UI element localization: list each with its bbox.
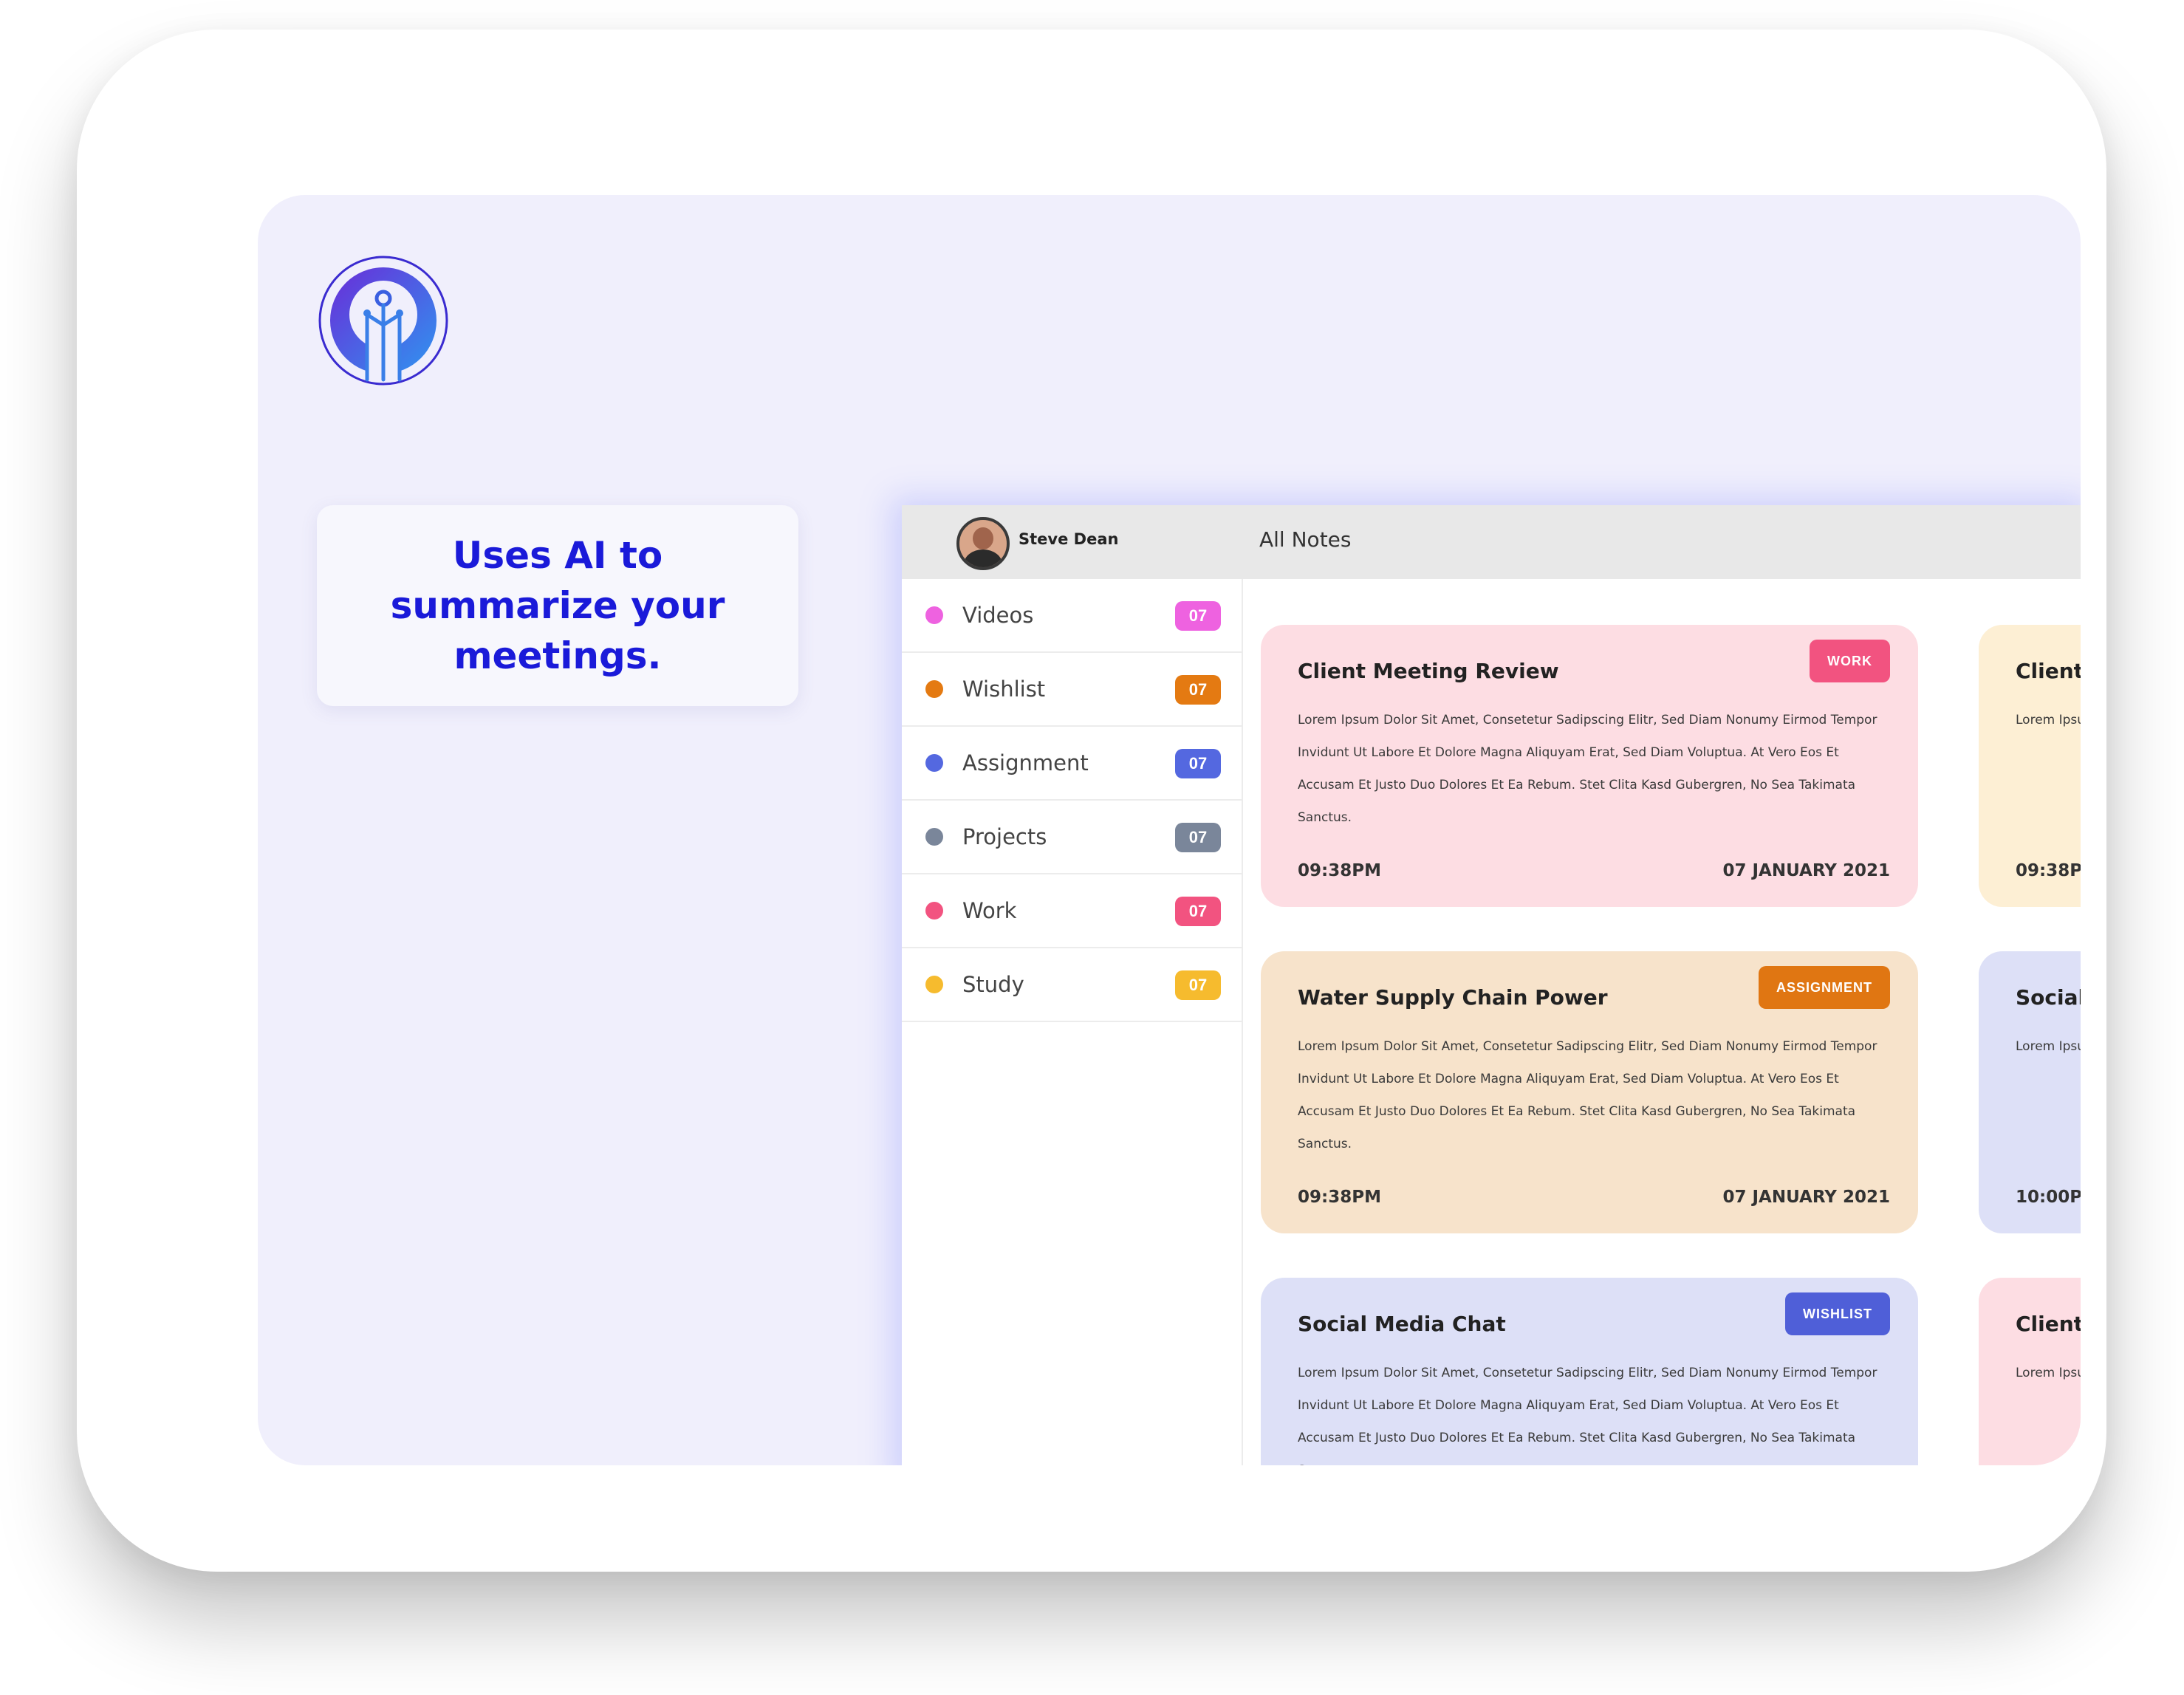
- brand-logo-icon: [318, 256, 448, 386]
- category-sidebar: Videos 07 Wishlist 07 Assignment 07 Projects 07…: [902, 579, 1243, 1465]
- note-date: 07 JANUARY 2021: [1722, 1188, 1890, 1207]
- showcase-canvas: Uses AI to summarize your meetings. Stev…: [258, 195, 2081, 1465]
- sidebar-item-study[interactable]: Study 07: [902, 948, 1242, 1022]
- avatar[interactable]: [956, 517, 1010, 570]
- sidebar-item-videos[interactable]: Videos 07: [902, 579, 1242, 653]
- page-title: All Notes: [1259, 527, 1352, 552]
- note-card[interactable]: Client Meeting Review WORK Lorem Ipsum Dol…: [1261, 625, 1918, 907]
- count-badge: 07: [1175, 601, 1221, 631]
- category-dot-icon: [925, 976, 943, 993]
- sidebar-item-label: Assignment: [962, 750, 1089, 775]
- sidebar-item-assignment[interactable]: Assignment 07: [902, 727, 1242, 801]
- note-time: 09:38PM: [2016, 861, 2081, 880]
- note-time: 10:00PM: [2016, 1188, 2081, 1207]
- sidebar-item-wishlist[interactable]: Wishlist 07: [902, 653, 1242, 727]
- note-body: Lorem Ipsum Dolor Sit Amet, Invidunt Ut …: [2016, 1366, 2081, 1380]
- category-dot-icon: [925, 680, 943, 698]
- note-body: Lorem Ipsum Dolor Sit Amet, Invidunt Ut …: [2016, 1039, 2081, 1054]
- count-badge: 07: [1175, 675, 1221, 705]
- note-body: Lorem Ipsum Dolor Sit Amet, Consetetur S…: [1298, 1366, 1877, 1465]
- sidebar-item-projects[interactable]: Projects 07: [902, 801, 1242, 874]
- sidebar-item-label: Wishlist: [962, 677, 1046, 702]
- category-dot-icon: [925, 754, 943, 772]
- note-body: Lorem Ipsum Dolor Sit Amet, Invidunt Ut …: [2016, 713, 2081, 727]
- sidebar-item-label: Projects: [962, 824, 1047, 849]
- category-dot-icon: [925, 606, 943, 624]
- notes-grid: Client Meeting Review WORK Lorem Ipsum Dol…: [1243, 579, 2081, 1465]
- count-badge: 07: [1175, 823, 1221, 852]
- category-dot-icon: [925, 902, 943, 920]
- app-header: Steve Dean All Notes: [902, 505, 2081, 579]
- note-title: Client: [2016, 659, 2081, 683]
- sidebar-item-work[interactable]: Work 07: [902, 874, 1242, 948]
- note-tag-badge[interactable]: ASSIGNMENT: [1758, 966, 1890, 1009]
- callout-text: Uses AI to summarize your meetings.: [390, 534, 725, 677]
- note-time: 09:38PM: [1298, 861, 1381, 880]
- category-dot-icon: [925, 828, 943, 846]
- sidebar-item-label: Work: [962, 898, 1017, 923]
- note-title: Social: [2016, 985, 2081, 1010]
- count-badge: 07: [1175, 897, 1221, 926]
- sidebar-item-label: Study: [962, 972, 1024, 997]
- device-frame: Uses AI to summarize your meetings. Stev…: [77, 30, 2106, 1572]
- note-tag-badge[interactable]: WORK: [1810, 640, 1890, 682]
- note-title: Client: [2016, 1312, 2081, 1336]
- notes-app-window: Steve Dean All Notes Videos 07 Wishlist 07 A…: [902, 505, 2081, 1465]
- feature-callout: Uses AI to summarize your meetings.: [317, 505, 798, 706]
- note-card[interactable]: Client Lorem Ipsum Dolor Sit Amet, Invidu…: [1979, 1278, 2081, 1465]
- sidebar-item-label: Videos: [962, 603, 1034, 628]
- note-card[interactable]: Water Supply Chain Power ASSIGNMENT Lorem …: [1261, 951, 1918, 1233]
- note-card[interactable]: Client Lorem Ipsum Dolor Sit Amet, Invidu…: [1979, 625, 2081, 907]
- note-tag-badge[interactable]: WISHLIST: [1785, 1292, 1890, 1335]
- note-body: Lorem Ipsum Dolor Sit Amet, Consetetur S…: [1298, 1039, 1877, 1151]
- count-badge: 07: [1175, 749, 1221, 778]
- note-card[interactable]: Social Media Chat WISHLIST Lorem Ipsum Dol…: [1261, 1278, 1918, 1465]
- note-body: Lorem Ipsum Dolor Sit Amet, Consetetur S…: [1298, 713, 1877, 825]
- count-badge: 07: [1175, 970, 1221, 1000]
- user-name: Steve Dean: [1019, 530, 1119, 548]
- note-date: 07 JANUARY 2021: [1722, 861, 1890, 880]
- note-time: 09:38PM: [1298, 1188, 1381, 1207]
- note-card[interactable]: Social Lorem Ipsum Dolor Sit Amet, Invidu…: [1979, 951, 2081, 1233]
- note-title: Client Meeting Review: [1298, 659, 1559, 683]
